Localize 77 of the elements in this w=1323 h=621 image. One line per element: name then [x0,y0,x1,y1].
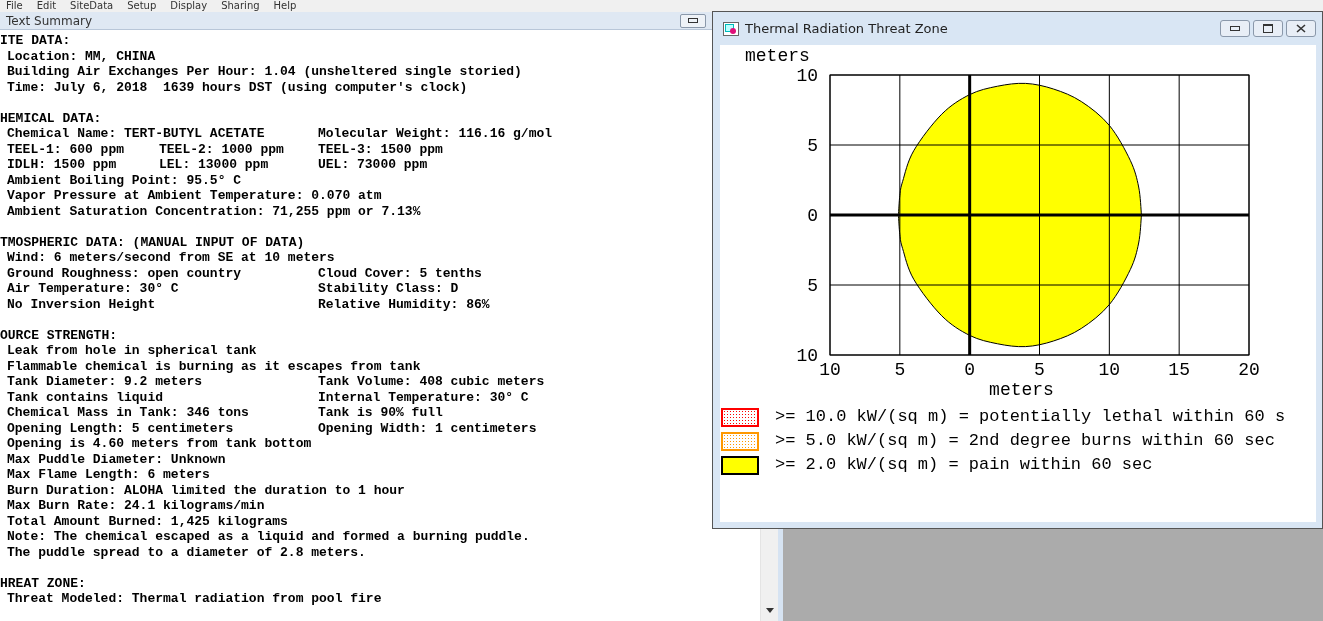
x-tick-label: 5 [894,360,906,380]
y-tick-label: 10 [796,66,818,86]
menu-item[interactable]: SiteData [70,0,114,12]
x-axis-label: meters [989,380,1054,397]
summary-text: Stability Class: D [318,281,460,297]
summary-text: The puddle spread to a diameter of 2.8 meters. [7,544,367,560]
summary-text: TEEL-2: 1000 ppm [159,141,285,157]
summary-text: Internal Temperature: 30° C [318,389,530,405]
summary-text: Chemical Mass in Tank: 346 tons [7,405,250,421]
summary-text: LEL: 13000 ppm [159,157,270,173]
summary-text: Wind: 6 meters/second from SE at 10 meters [7,250,336,266]
section-heading: HREAT ZONE: [0,575,87,591]
y-tick-label: 5 [807,136,818,156]
menu-item[interactable]: Display [170,0,208,12]
summary-text: TEEL-3: 1500 ppm [318,141,444,157]
summary-text: Opening is 4.60 meters from tank bottom [7,436,313,452]
summary-text: Note: The chemical escaped as a liquid and formed a burning puddle. [7,529,531,545]
menu-item[interactable]: Help [273,0,297,12]
y-tick-label: 0 [807,206,818,226]
legend-text: >= 2.0 kW/(sq m) = pain within 60 sec [775,455,1153,475]
menu-item[interactable]: Edit [36,0,57,12]
summary-text: Max Flame Length: 6 meters [7,467,211,483]
legend-text: >= 5.0 kW/(sq m) = 2nd degree burns within 60 sec [775,431,1275,451]
down-arrow-icon[interactable] [766,608,774,613]
summary-text: Tank contains liquid [7,389,165,405]
section-heading: TMOSPHERIC DATA: (MANUAL INPUT OF DATA) [0,234,306,250]
section-heading: HEMICAL DATA: [0,110,103,126]
summary-text: Tank is 90% full [318,405,444,421]
x-tick-label: 20 [1238,360,1260,380]
summary-text: Relative Humidity: 86% [318,296,491,312]
summary-text: Flammable chemical is burning as it escapes from tank [7,358,422,374]
x-tick-label: 5 [1034,360,1045,380]
summary-text: Total Amount Burned: 1,425 kilograms [7,513,289,529]
summary-text: UEL: 73000 ppm [318,157,429,173]
summary-text: Molecular Weight: 116.16 g/mol [318,126,554,142]
summary-text: TEEL-1: 600 ppm [7,141,126,157]
menu-item[interactable]: Setup [127,0,157,12]
maximize-button[interactable] [1253,20,1283,37]
summary-text: Opening Length: 5 centimeters [7,420,235,436]
x-tick-label: 10 [819,360,841,380]
summary-text: IDLH: 1500 ppm [7,157,118,173]
summary-text: Tank Volume: 408 cubic meters [318,374,546,390]
close-button[interactable] [1286,20,1316,37]
summary-text: Vapor Pressure at Ambient Temperature: 0.070 atm [7,188,383,204]
window-title: Text Summary [6,13,93,28]
summary-text: Chemical Name: TERT-BUTYL ACETATE [7,126,266,142]
summary-text: Opening Width: 1 centimeters [318,420,538,436]
summary-text: Burn Duration: ALOHA limited the duration to 1 hour [7,482,406,498]
section-heading: OURCE STRENGTH: [0,327,119,343]
summary-text: Cloud Cover: 5 tenths [318,265,483,281]
x-tick-label: 10 [1098,360,1121,380]
summary-text: Ambient Boiling Point: 95.5° C [7,172,243,188]
x-tick-label: 15 [1168,360,1190,380]
close-icon [1296,24,1306,33]
summary-text: Ground Roughness: open country [7,265,243,281]
summary-text: Leak from hole in spherical tank [7,343,258,359]
window-title: Thermal Radiation Threat Zone [745,21,949,36]
summary-text: Tank Diameter: 9.2 meters [7,374,204,390]
section-heading: ITE DATA: [0,33,72,49]
summary-text: Ambient Saturation Concentration: 71,255 ppm or 7.13% [7,203,422,219]
menu-item[interactable]: File [6,0,23,12]
summary-text: Max Puddle Diameter: Unknown [7,451,227,467]
x-tick-label: 0 [964,360,976,380]
summary-text: No Inversion Height [7,296,157,312]
y-tick-label: 10 [796,346,818,366]
minimize-button[interactable] [680,13,706,28]
menu-item[interactable]: Sharing [221,0,260,12]
summary-text: Time: July 6, 2018 1639 hours DST (using computer's clock) [7,79,469,95]
summary-text: Threat Modeled: Thermal radiation from pool fire [7,591,383,607]
minimize-button[interactable] [1220,20,1250,37]
window-icon [723,21,739,36]
summary-text: Air Temperature: 30° C [7,281,180,297]
summary-text: Building Air Exchanges Per Hour: 1.04 (unsheltered single storied) [7,64,523,80]
summary-text: Max Burn Rate: 24.1 kilograms/min [7,498,266,514]
legend-text: >= 10.0 kW/(sq m) = potentially lethal within 60 s [775,407,1286,427]
y-axis-label: meters [745,46,810,66]
y-tick-label: 5 [807,276,818,296]
